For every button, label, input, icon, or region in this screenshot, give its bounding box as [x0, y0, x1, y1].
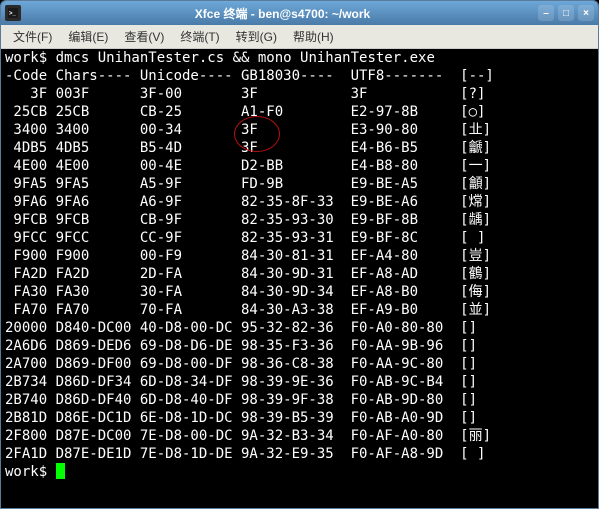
table-row: 2A700 D869-DF00 69-D8-00-DF 98-36-C8-38 … — [5, 355, 594, 373]
table-row: 9FCC 9FCC CC-9F 82-35-93-31 E9-BF-8C [ ] — [5, 229, 594, 247]
table-row: 3400 3400 00-34 3F E3-90-80 [㐀] — [5, 121, 594, 139]
menu-view[interactable]: 查看(V) — [116, 26, 172, 47]
svg-text:>_: >_ — [9, 11, 17, 17]
table-row: 20000 D840-DC00 40-D8-00-DC 95-32-82-36 … — [5, 319, 594, 337]
menu-file[interactable]: 文件(F) — [5, 26, 60, 47]
table-row: 2B734 D86D-DF34 6D-D8-34-DF 98-39-9E-36 … — [5, 373, 594, 391]
menu-go[interactable]: 转到(G) — [228, 26, 285, 47]
maximize-button[interactable]: □ — [558, 5, 574, 21]
prompt: work$ — [5, 463, 56, 481]
command-text: dmcs UnihanTester.cs && mono UnihanTeste… — [56, 49, 435, 67]
table-header: -Code Chars---- Unicode---- GB18030---- … — [5, 67, 594, 85]
titlebar: >_ Xfce 终端 - ben@s4700: ~/work – □ × — [1, 1, 598, 25]
table-row: F900 F900 00-F9 84-30-81-31 EF-A4-80 [豈] — [5, 247, 594, 265]
table-row: 9FCB 9FCB CB-9F 82-35-93-30 E9-BF-8B [龋] — [5, 211, 594, 229]
table-row: 2B81D D86E-DC1D 6E-D8-1D-DC 98-39-B5-39 … — [5, 409, 594, 427]
table-row: 2FA1D D87E-DE1D 7E-D8-1D-DE 9A-32-E9-35 … — [5, 445, 594, 463]
table-row: 4DB5 4DB5 B5-4D 3F E4-B6-B5 [䶵] — [5, 139, 594, 157]
table-row: 2B740 D86D-DF40 6D-D8-40-DF 98-39-9F-38 … — [5, 391, 594, 409]
table-row: FA70 FA70 70-FA 84-30-A3-38 EF-A9-B0 [並] — [5, 301, 594, 319]
table-row: 2A6D6 D869-DED6 69-D8-D6-DE 98-35-F3-36 … — [5, 337, 594, 355]
minimize-button[interactable]: – — [538, 5, 554, 21]
table-row: 25CB 25CB CB-25 A1-F0 E2-97-8B [○] — [5, 103, 594, 121]
table-row: FA30 FA30 30-FA 84-30-9D-34 EF-A8-B0 [侮] — [5, 283, 594, 301]
table-row: FA2D FA2D 2D-FA 84-30-9D-31 EF-A8-AD [鶴] — [5, 265, 594, 283]
menu-terminal[interactable]: 终端(T) — [172, 26, 227, 47]
terminal-area[interactable]: work$ dmcs UnihanTester.cs && mono Uniha… — [1, 49, 598, 508]
cursor — [56, 463, 65, 479]
menu-help[interactable]: 帮助(H) — [285, 26, 342, 47]
table-row: 2F800 D87E-DC00 7E-D8-00-DC 9A-32-B3-34 … — [5, 427, 594, 445]
table-row: 9FA6 9FA6 A6-9F 82-35-8F-33 E9-BE-A6 [龦] — [5, 193, 594, 211]
app-icon: >_ — [5, 5, 21, 21]
table-row: 4E00 4E00 00-4E D2-BB E4-B8-80 [一] — [5, 157, 594, 175]
menu-edit[interactable]: 编辑(E) — [60, 26, 116, 47]
menubar: 文件(F) 编辑(E) 查看(V) 终端(T) 转到(G) 帮助(H) — [1, 25, 598, 49]
close-button[interactable]: × — [578, 5, 594, 21]
window-title: Xfce 终端 - ben@s4700: ~/work — [27, 5, 538, 22]
table-row: 3F 003F 3F-00 3F 3F [?] — [5, 85, 594, 103]
prompt: work$ — [5, 49, 56, 67]
table-row: 9FA5 9FA5 A5-9F FD-9B E9-BE-A5 [龥] — [5, 175, 594, 193]
